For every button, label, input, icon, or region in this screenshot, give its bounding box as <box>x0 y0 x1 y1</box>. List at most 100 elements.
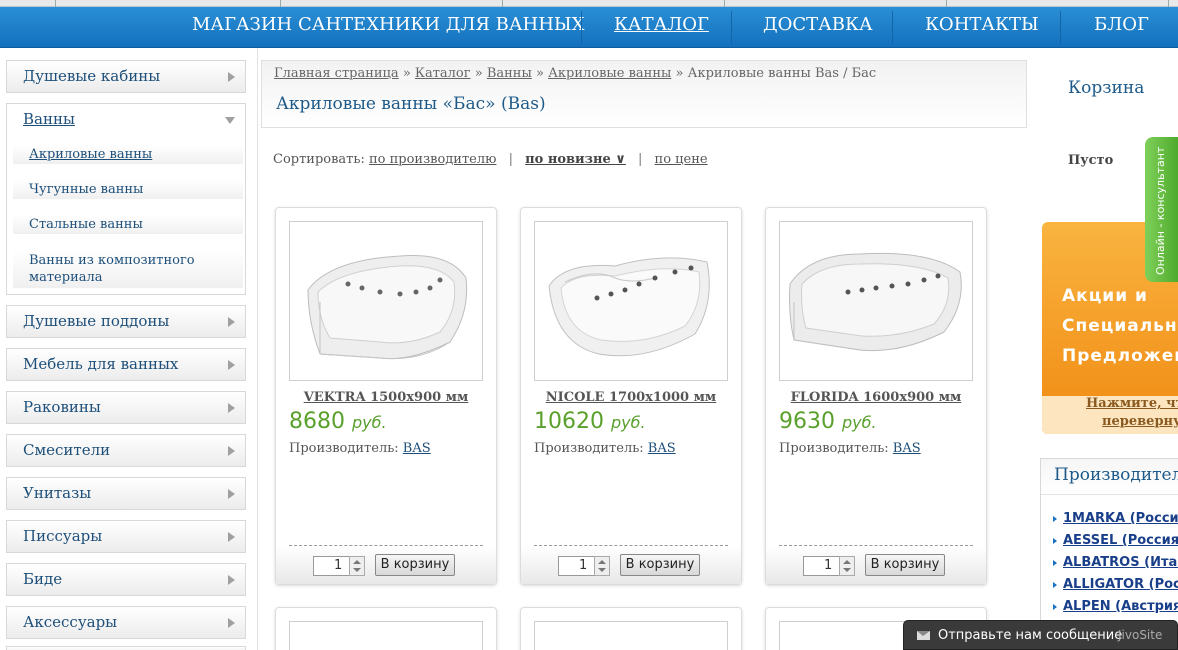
maker-label: Производитель: <box>534 441 644 456</box>
product-image[interactable] <box>534 621 728 650</box>
subcategory-steel-baths[interactable]: Стальные ванны <box>13 215 243 234</box>
bathtub-image <box>548 257 710 357</box>
spin-up-icon[interactable] <box>353 560 361 564</box>
chat-widget-bar[interactable]: Отправьте нам сообщение JivoSite <box>903 620 1178 650</box>
top-navigation: МАГАЗИН САНТЕХНИКИ ДЛЯ ВАННЫХ КАТАЛОГ ДО… <box>0 7 1178 48</box>
spin-up-icon[interactable] <box>598 560 606 564</box>
manufacturer-link[interactable]: 1MARKA (Россия <box>1053 511 1178 526</box>
arrow-right-icon <box>228 575 235 585</box>
quantity-spinner[interactable] <box>839 556 855 576</box>
manufacturer-link[interactable]: AESSEL (Россия <box>1053 533 1178 548</box>
category-mixers[interactable]: Смесители <box>6 434 246 467</box>
tab-divider <box>280 0 281 7</box>
bullet-icon <box>1053 515 1057 522</box>
spin-up-icon[interactable] <box>843 560 851 564</box>
add-to-cart-button[interactable]: В корзину <box>375 554 455 576</box>
category-toilets[interactable]: Унитазы <box>6 477 246 510</box>
chat-message-label: Отправьте нам сообщение <box>938 628 1123 643</box>
breadcrumb-current: Акриловые ванны Bas / Бас <box>687 66 877 81</box>
breadcrumb-home[interactable]: Главная страница <box>274 66 399 81</box>
card-footer: 1 В корзину <box>766 546 986 584</box>
nav-catalog[interactable]: КАТАЛОГ <box>614 7 709 48</box>
price-value: 8680 <box>289 409 345 434</box>
product-card <box>275 607 497 650</box>
page-title: Акриловые ванны «Бас» (Bas) <box>276 94 546 114</box>
online-consultant-tab[interactable]: Онлайн - консультант <box>1145 137 1178 282</box>
maker-link[interactable]: BAS <box>893 441 921 456</box>
sort-label: Сортировать: <box>273 152 365 167</box>
category-bathroom-furniture[interactable]: Мебель для ванных <box>6 348 246 381</box>
category-next-partial <box>6 646 246 650</box>
manufacturer-link[interactable]: ALBATROS (Итал <box>1053 555 1178 570</box>
arrow-right-icon <box>228 72 235 82</box>
bullet-icon <box>1053 559 1057 566</box>
quantity-spinner[interactable] <box>349 556 365 576</box>
maker-link[interactable]: BAS <box>648 441 676 456</box>
cart-status: Пусто <box>1068 153 1114 168</box>
card-footer: 1 В корзину <box>521 546 741 584</box>
product-price: 9630 руб. <box>779 409 877 434</box>
manufacturer-link[interactable]: ALPEN (Австрия <box>1053 599 1178 614</box>
nav-store-title[interactable]: МАГАЗИН САНТЕХНИКИ ДЛЯ ВАННЫХ <box>192 7 584 48</box>
product-image[interactable] <box>289 221 483 381</box>
category-label: Мебель для ванных <box>23 355 179 373</box>
category-sinks[interactable]: Раковины <box>6 391 246 424</box>
spin-down-icon[interactable] <box>598 568 606 572</box>
quantity-spinner[interactable] <box>594 556 610 576</box>
price-value: 10620 <box>534 409 604 434</box>
promo-line: Акции и <box>1062 286 1148 306</box>
promo-link[interactable]: переверну <box>1102 414 1178 429</box>
nav-delivery[interactable]: ДОСТАВКА <box>763 7 873 48</box>
category-urinals[interactable]: Писсуары <box>6 520 246 553</box>
product-name[interactable]: NICOLE 1700x1000 мм <box>521 390 741 405</box>
subcategory-cast-iron-baths[interactable]: Чугунные ванны <box>13 180 243 199</box>
category-label: Аксессуары <box>23 613 118 631</box>
breadcrumb-separator: » <box>474 66 483 81</box>
manufacturer-label: ALPEN (Австрия <box>1063 599 1178 614</box>
arrow-right-icon <box>228 360 235 370</box>
manufacturer-link[interactable]: ALLIGATOR (Рос <box>1053 577 1178 592</box>
product-card: FLORIDA 1600x900 мм 9630 руб. Производит… <box>765 207 987 585</box>
subcategory-composite-baths[interactable]: Ванны из композитного материала <box>13 250 243 288</box>
price-currency: руб. <box>352 413 387 432</box>
product-name[interactable]: FLORIDA 1600x900 мм <box>766 390 986 405</box>
sort-by-price[interactable]: по цене <box>655 152 708 167</box>
product-image[interactable] <box>534 221 728 381</box>
maker-link[interactable]: BAS <box>403 441 431 456</box>
nav-contacts[interactable]: КОНТАКТЫ <box>925 7 1039 48</box>
category-label: Душевые поддоны <box>23 312 170 330</box>
product-name[interactable]: VEKTRA 1500x900 мм <box>276 390 496 405</box>
breadcrumb-separator: » <box>675 66 684 81</box>
sort-by-new[interactable]: по новизне ∨ <box>525 152 626 167</box>
category-accessories[interactable]: Аксессуары <box>6 606 246 639</box>
category-bidets[interactable]: Биде <box>6 563 246 596</box>
product-card: NICOLE 1700x1000 мм 10620 руб. Производи… <box>520 207 742 585</box>
breadcrumb: Главная страница » Каталог » Ванны » Акр… <box>274 66 876 81</box>
category-label: Ванны <box>23 110 75 128</box>
breadcrumb-baths[interactable]: Ванны <box>487 66 532 81</box>
product-maker: Производитель: BAS <box>289 441 431 456</box>
spin-down-icon[interactable] <box>843 568 851 572</box>
category-baths[interactable]: Ванны Акриловые ванны Чугунные ванны Ста… <box>6 103 246 295</box>
bathtub-image <box>789 252 962 352</box>
product-image[interactable] <box>779 221 973 381</box>
maker-label: Производитель: <box>779 441 889 456</box>
category-label: Смесители <box>23 441 111 459</box>
sort-by-maker[interactable]: по производителю <box>369 152 496 167</box>
subcategory-acrylic-baths[interactable]: Акриловые ванны <box>13 145 243 164</box>
add-to-cart-button[interactable]: В корзину <box>865 554 945 576</box>
bullet-icon <box>1053 603 1057 610</box>
spin-down-icon[interactable] <box>353 568 361 572</box>
promo-link[interactable]: Нажмите, чт <box>1086 396 1178 411</box>
breadcrumb-catalog[interactable]: Каталог <box>415 66 471 81</box>
product-image[interactable] <box>289 621 483 650</box>
add-to-cart-button[interactable]: В корзину <box>620 554 700 576</box>
breadcrumb-acrylic-baths[interactable]: Акриловые ванны <box>548 66 671 81</box>
product-maker: Производитель: BAS <box>779 441 921 456</box>
category-shower-cabins[interactable]: Душевые кабины <box>6 60 246 93</box>
cart-title[interactable]: Корзина <box>1068 78 1144 98</box>
nav-blog[interactable]: БЛОГ <box>1094 7 1149 48</box>
main-content: Главная страница » Каталог » Ванны » Акр… <box>259 48 1034 650</box>
maker-label: Производитель: <box>289 441 399 456</box>
category-shower-trays[interactable]: Душевые поддоны <box>6 305 246 338</box>
